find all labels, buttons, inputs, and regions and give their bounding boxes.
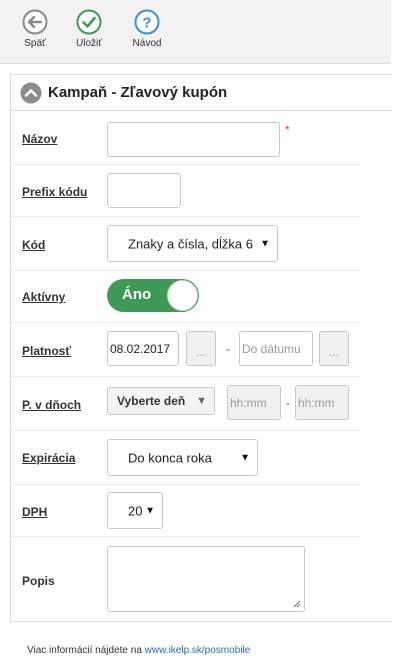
day-select-value: Vyberte deň: [117, 394, 186, 408]
platnost-to-input[interactable]: Do dátumu: [239, 331, 313, 366]
aktivny-label[interactable]: Aktívny: [22, 290, 65, 304]
to-date-picker-button[interactable]: ...: [319, 331, 349, 366]
panel-title: Kampaň - Zľavový kupón: [48, 84, 228, 101]
popis-label: Popis: [22, 574, 55, 588]
collapse-chevron-icon[interactable]: [20, 82, 42, 104]
time-from-input[interactable]: hh:mm: [227, 385, 281, 420]
dropdown-caret-icon: ▼: [240, 452, 250, 463]
back-label: Späť: [24, 38, 46, 49]
footer-link[interactable]: www.ikelp.sk/posmobile: [145, 645, 251, 656]
expiracia-label[interactable]: Expirácia: [22, 451, 75, 465]
date-range-separator: -: [226, 342, 230, 356]
platnost-to-placeholder: Do dátumu: [242, 341, 301, 356]
save-button[interactable]: Uložiť: [59, 9, 119, 61]
checkmark-icon: [76, 9, 102, 35]
day-select[interactable]: Vyberte deň ▼: [107, 387, 215, 415]
panel-header: Kampaň - Zľavový kupón: [11, 75, 392, 111]
time-range-separator: -: [286, 396, 290, 410]
kod-select[interactable]: Znaky a čísla, dĺžka 6 ▼: [107, 225, 278, 262]
help-button[interactable]: ? Návod: [117, 9, 177, 61]
kod-selected: Znaky a čísla, dĺžka 6: [128, 236, 253, 251]
platnost-from-value: 08.02.2017: [110, 341, 171, 356]
save-label: Uložiť: [76, 38, 102, 49]
time-from-placeholder: hh:mm: [230, 395, 267, 410]
back-button[interactable]: Späť: [5, 9, 65, 61]
question-mark-icon: ?: [134, 9, 160, 35]
aktivny-toggle[interactable]: Áno: [107, 279, 199, 312]
resize-grip-icon[interactable]: [293, 600, 301, 608]
dph-selected: 20: [128, 503, 143, 518]
prefix-label[interactable]: Prefix kódu: [22, 185, 87, 199]
nazov-label[interactable]: Názov: [22, 132, 57, 146]
toggle-knob: [167, 280, 198, 311]
dropdown-caret-icon: ▼: [260, 238, 270, 249]
p-v-dnoch-label[interactable]: P. v dňoch: [22, 398, 81, 412]
row-aktivny: Aktívny Áno: [11, 271, 360, 323]
time-to-placeholder: hh:mm: [298, 395, 335, 410]
required-mark: *: [285, 123, 290, 137]
footer-text: Viac informácií nájdete na: [27, 645, 145, 656]
row-p-v-dnoch: P. v dňoch Vyberte deň ▼ hh:mm - hh:mm: [11, 377, 360, 431]
expiracia-select[interactable]: Do konca roka ▼: [107, 439, 258, 476]
time-to-input[interactable]: hh:mm: [295, 385, 349, 420]
help-label: Návod: [132, 38, 162, 49]
row-platnost: Platnosť 08.02.2017 ... - Do dátumu ...: [11, 323, 360, 377]
from-date-picker-button[interactable]: ...: [186, 331, 216, 366]
dph-label[interactable]: DPH: [22, 505, 47, 519]
kod-label[interactable]: Kód: [22, 238, 45, 252]
campaign-panel: Kampaň - Zľavový kupón Názov * Prefix kó…: [10, 74, 392, 622]
dropdown-caret-icon: ▼: [196, 395, 207, 407]
dph-select[interactable]: 20 ▼: [107, 492, 163, 529]
prefix-input[interactable]: [107, 173, 181, 208]
platnost-label[interactable]: Platnosť: [22, 344, 71, 358]
row-kod: Kód Znaky a čísla, dĺžka 6 ▼: [11, 217, 360, 271]
row-popis: Popis: [11, 537, 360, 621]
toolbar: Späť Uložiť ? Návod: [0, 0, 391, 64]
footer-info: Viac informácií nájdete na www.ikelp.sk/…: [27, 645, 250, 656]
back-arrow-icon: [22, 9, 48, 35]
row-prefix: Prefix kódu: [11, 165, 360, 217]
dropdown-caret-icon: ▼: [145, 505, 155, 516]
row-dph: DPH 20 ▼: [11, 485, 360, 537]
row-expiracia: Expirácia Do konca roka ▼: [11, 431, 360, 485]
platnost-from-input[interactable]: 08.02.2017: [107, 331, 179, 366]
svg-text:?: ?: [142, 15, 151, 32]
row-nazov: Názov *: [11, 111, 360, 165]
nazov-input[interactable]: [107, 122, 280, 157]
expiracia-selected: Do konca roka: [128, 450, 212, 465]
toggle-label: Áno: [122, 286, 152, 303]
popis-textarea[interactable]: [107, 546, 305, 612]
